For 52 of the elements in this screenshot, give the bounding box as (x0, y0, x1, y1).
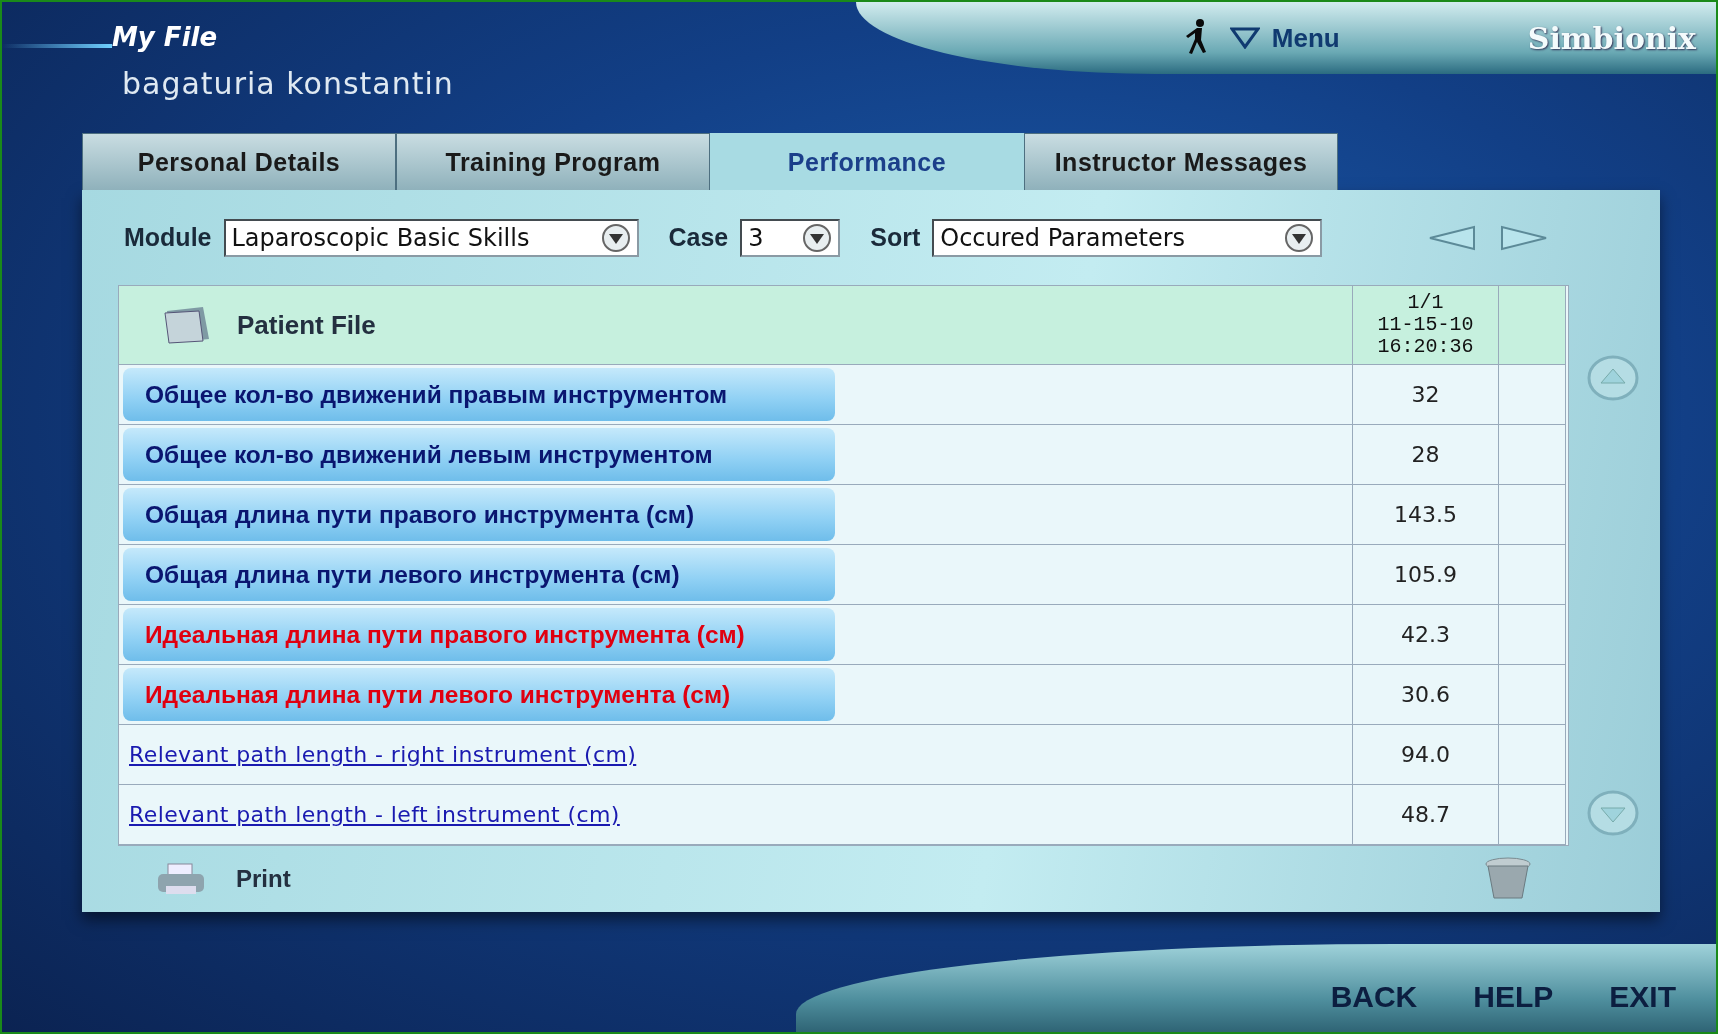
parameter-label: Общее кол-во движений правым инструментом (145, 380, 728, 409)
parameter-button[interactable]: Общая длина пути левого инструмента (см) (123, 548, 835, 602)
nav-button[interactable]: EXIT (1609, 980, 1676, 1014)
logo: Simbionix (1527, 20, 1696, 56)
parameter-label: Общая длина пути левого инструмента (см) (145, 560, 680, 589)
filter-label: Case (668, 223, 729, 252)
printer-icon (156, 862, 206, 896)
parameter-label: Общая длина пути правого инструмента (см) (145, 500, 695, 529)
dropdown[interactable]: 3 (740, 218, 841, 257)
dropdown-icon (802, 222, 833, 253)
tab[interactable]: Personal Details (82, 133, 396, 190)
parameter-link[interactable]: Relevant path length - right instrument (cm) (129, 742, 637, 768)
scroll-down-icon[interactable] (1587, 790, 1639, 837)
session-header: 16:20:36 (1377, 336, 1474, 359)
scroll-up-icon[interactable] (1587, 355, 1639, 402)
filter-label: Sort (870, 223, 921, 252)
value-text: 48.7 (1401, 802, 1450, 828)
parameter-button[interactable]: Общее кол-во движений левым инструментом (123, 428, 835, 482)
previous-icon[interactable] (1428, 224, 1476, 251)
triangle-icon (1229, 27, 1260, 49)
value-text: 32 (1411, 382, 1440, 408)
parameter-label: Идеальная длина пути правого инструмента (см) (145, 620, 745, 649)
session-header: 11-15-10 (1377, 314, 1474, 337)
parameter-button[interactable]: Общая длина пути правого инструмента (см) (123, 488, 835, 542)
value-text: 28 (1411, 442, 1440, 468)
table-title: Patient File (237, 309, 376, 341)
next-icon[interactable] (1500, 224, 1548, 251)
parameter-link[interactable]: Relevant path length - left instrument (cm) (129, 802, 620, 828)
print-button[interactable]: Print (156, 862, 291, 896)
parameter-label: Общее кол-во движений левым инструментом (145, 440, 713, 469)
value-text: 143.5 (1394, 502, 1457, 528)
tab[interactable]: Performance (710, 133, 1024, 190)
dropdown-icon (1284, 222, 1315, 253)
user-name: bagaturia konstantin (122, 66, 454, 101)
section-title: My File (112, 22, 218, 52)
parameter-label: Идеальная длина пути левого инструмента (см) (145, 680, 731, 709)
dropdown-icon (600, 222, 631, 253)
value-text: 42.3 (1401, 622, 1450, 648)
folder-icon (163, 305, 211, 346)
dropdown[interactable]: Laparoscopic Basic Skills (223, 218, 639, 257)
value-text: 94.0 (1401, 742, 1450, 768)
dropdown[interactable]: Occured Parameters (932, 218, 1323, 257)
tab[interactable]: Training Program (396, 133, 710, 190)
session-header: 1/1 (1407, 292, 1444, 315)
filter-label: Module (124, 223, 212, 252)
value-text: 30.6 (1401, 682, 1450, 708)
tab[interactable]: Instructor Messages (1024, 133, 1338, 190)
parameter-button[interactable]: Общее кол-во движений правым инструментом (123, 368, 835, 422)
nav-button[interactable]: BACK (1330, 980, 1418, 1014)
menu-button[interactable]: Menu (1229, 22, 1340, 54)
nav-button[interactable]: HELP (1473, 980, 1554, 1014)
value-text: 105.9 (1394, 562, 1457, 588)
